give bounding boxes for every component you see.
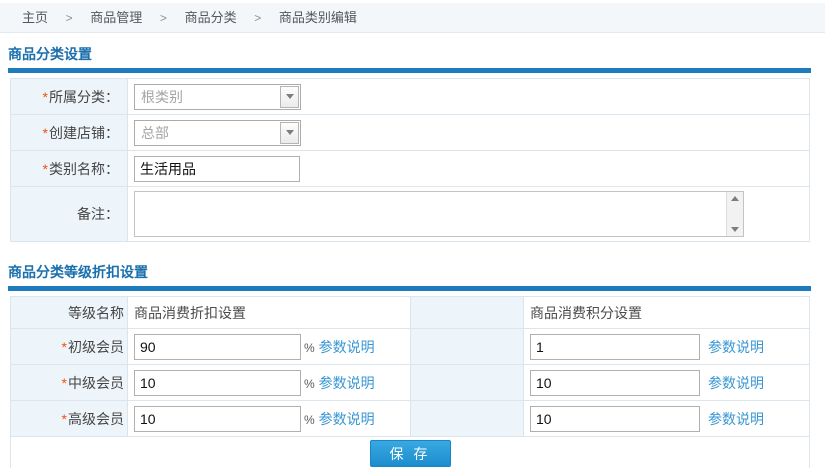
parent-category-label: *所属分类： <box>11 79 128 115</box>
create-store-select[interactable]: 总部 <box>134 120 301 146</box>
junior-discount-param-link[interactable]: 参数说明 <box>319 339 375 355</box>
senior-discount-input[interactable] <box>134 406 301 432</box>
form-row-create-store: *创建店铺： 总部 <box>11 115 810 151</box>
spacer-cell <box>411 365 524 401</box>
create-store-label: *创建店铺： <box>11 115 128 151</box>
parent-category-select-value: 根类别 <box>141 89 183 105</box>
breadcrumb-separator: > <box>160 11 167 25</box>
breadcrumb: 主页 > 商品管理 > 商品分类 > 商品类别编辑 <box>0 3 825 33</box>
required-asterisk: * <box>43 89 48 105</box>
chevron-down-icon[interactable] <box>280 122 299 144</box>
breadcrumb-product-management[interactable]: 商品管理 <box>90 10 142 25</box>
middle-points-param-link[interactable]: 参数说明 <box>708 375 764 391</box>
level-discount-table: 等级名称 商品消费折扣设置 商品消费积分设置 *初级会员 %参数说明 参数说明 … <box>10 296 810 468</box>
scroll-up-icon[interactable] <box>731 196 739 201</box>
junior-points-param-link[interactable]: 参数说明 <box>708 339 764 355</box>
points-setting-header: 商品消费积分设置 <box>524 297 810 329</box>
footer-row: 保 存 <box>11 437 810 468</box>
senior-discount-param-link[interactable]: 参数说明 <box>319 411 375 427</box>
senior-member-label: *高级会员 <box>11 401 128 437</box>
senior-points-param-link[interactable]: 参数说明 <box>708 411 764 427</box>
breadcrumb-separator: > <box>66 11 73 25</box>
middle-points-input[interactable] <box>530 370 700 396</box>
required-asterisk: * <box>62 339 67 355</box>
category-edit-page: 主页 > 商品管理 > 商品分类 > 商品类别编辑 商品分类设置 *所属分类： … <box>0 0 825 468</box>
form-row-parent-category: *所属分类： 根类别 <box>11 79 810 115</box>
breadcrumb-product-category[interactable]: 商品分类 <box>185 10 237 25</box>
required-asterisk: * <box>62 411 67 427</box>
remark-textarea-wrap <box>134 191 744 237</box>
spacer-cell <box>411 329 524 365</box>
percent-sign: % <box>304 341 315 355</box>
table-row-senior-member: *高级会员 % 参数说明 参数说明 <box>11 401 810 437</box>
breadcrumb-separator: > <box>254 11 261 25</box>
middle-discount-param-link[interactable]: 参数说明 <box>319 375 375 391</box>
percent-sign: % <box>304 377 315 391</box>
required-asterisk: * <box>62 375 67 391</box>
breadcrumb-category-edit[interactable]: 商品类别编辑 <box>279 10 357 25</box>
spacer-cell <box>411 401 524 437</box>
middle-discount-input[interactable] <box>134 370 301 396</box>
junior-points-input[interactable] <box>530 334 700 360</box>
spacer-cell <box>411 297 524 329</box>
section-divider-bar <box>8 286 811 291</box>
category-name-input[interactable] <box>134 156 300 182</box>
scroll-down-icon[interactable] <box>731 227 739 232</box>
form-row-category-name: *类别名称： <box>11 151 810 187</box>
category-name-label: *类别名称： <box>11 151 128 187</box>
section-title-category-settings: 商品分类设置 <box>8 44 811 64</box>
table-row-junior-member: *初级会员 % 参数说明 参数说明 <box>11 329 810 365</box>
required-asterisk: * <box>43 161 48 177</box>
textarea-scrollbar[interactable] <box>726 192 743 236</box>
percent-sign: % <box>304 413 315 427</box>
chevron-down-icon[interactable] <box>280 86 299 108</box>
parent-category-select[interactable]: 根类别 <box>134 84 301 110</box>
section-title-level-discount: 商品分类等级折扣设置 <box>8 262 811 282</box>
save-button[interactable]: 保 存 <box>370 440 451 467</box>
junior-discount-input[interactable] <box>134 334 301 360</box>
required-asterisk: * <box>43 125 48 141</box>
category-settings-form: *所属分类： 根类别 *创建店铺： 总部 *类别名称： <box>10 78 810 242</box>
create-store-select-value: 总部 <box>141 125 169 141</box>
table-row-middle-member: *中级会员 % 参数说明 参数说明 <box>11 365 810 401</box>
form-row-remark: 备注： <box>11 187 810 242</box>
senior-points-input[interactable] <box>530 406 700 432</box>
remark-label: 备注： <box>11 187 128 242</box>
discount-setting-header: 商品消费折扣设置 <box>128 297 411 329</box>
discount-table-header-row: 等级名称 商品消费折扣设置 商品消费积分设置 <box>11 297 810 329</box>
section-divider-bar <box>8 68 811 73</box>
breadcrumb-home[interactable]: 主页 <box>22 10 48 25</box>
junior-member-label: *初级会员 <box>11 329 128 365</box>
middle-member-label: *中级会员 <box>11 365 128 401</box>
level-name-header: 等级名称 <box>11 297 128 329</box>
remark-textarea[interactable] <box>135 192 726 236</box>
